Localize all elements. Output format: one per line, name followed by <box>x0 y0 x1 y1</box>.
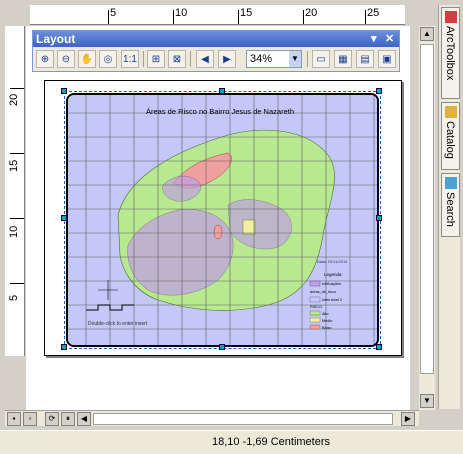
scroll-down-icon[interactable]: ▼ <box>420 394 434 408</box>
scroll-thumb[interactable] <box>93 413 393 425</box>
fixed-zoom-out-icon[interactable]: ⊠ <box>168 50 186 68</box>
toolbar-close-icon[interactable]: ✕ <box>385 32 394 46</box>
ruler-label: 5 <box>8 294 20 301</box>
resize-handle[interactable] <box>61 344 67 350</box>
dock-panel: ArcToolbox Catalog Search <box>438 5 460 409</box>
status-bar: 18,10 -1,69 Centimeters <box>0 430 463 454</box>
layout-toolbar: Layout ▾ ✕ ⊕ ⊖ ✋ ◎ 1:1 ⊞ ⊠ ◀ ▶ 34% ▼ ▭ ▦… <box>32 30 400 72</box>
resize-handle[interactable] <box>376 88 382 94</box>
ruler-label: 20 <box>305 7 318 19</box>
vertical-ruler: 20 15 10 5 <box>5 26 25 356</box>
tab-label: Catalog <box>444 121 456 159</box>
horizontal-ruler: 5 10 15 20 25 <box>30 5 405 25</box>
zoom-out-icon[interactable]: ⊖ <box>57 50 75 68</box>
tab-catalog[interactable]: Catalog <box>441 102 460 170</box>
toolbox-icon <box>445 11 457 23</box>
tab-search[interactable]: Search <box>441 173 460 237</box>
toolbar-titlebar[interactable]: Layout ▾ ✕ <box>33 31 399 47</box>
selection-box[interactable] <box>61 88 382 350</box>
ruler-label: 15 <box>8 159 20 172</box>
resize-handle[interactable] <box>219 88 225 94</box>
resize-handle[interactable] <box>219 344 225 350</box>
tab-label: ArcToolbox <box>444 26 456 81</box>
search-icon <box>445 177 457 189</box>
resize-handle[interactable] <box>61 215 67 221</box>
ruler-label: 20 <box>8 93 20 106</box>
ruler-label: 15 <box>240 7 253 19</box>
scroll-right-icon[interactable]: ▶ <box>401 412 415 426</box>
forward-icon[interactable]: ▶ <box>218 50 236 68</box>
zoom-in-icon[interactable]: ⊕ <box>36 50 54 68</box>
scroll-up-icon[interactable]: ▲ <box>420 27 434 41</box>
ruler-label: 5 <box>110 7 117 19</box>
scroll-thumb[interactable] <box>420 44 434 374</box>
scroll-left-icon[interactable]: ◀ <box>77 412 91 426</box>
toolbar-title: Layout <box>36 32 76 46</box>
actual-size-icon[interactable]: 1:1 <box>121 50 139 68</box>
resize-handle[interactable] <box>61 88 67 94</box>
refresh-icon[interactable]: ⟳ <box>45 412 59 426</box>
data-view-icon[interactable]: ▫ <box>23 412 37 426</box>
resize-handle[interactable] <box>376 344 382 350</box>
fixed-zoom-in-icon[interactable]: ⊞ <box>147 50 165 68</box>
layout-view-icon[interactable]: ▪ <box>7 412 21 426</box>
ruler-label: 10 <box>8 225 20 238</box>
toggle-draft-icon[interactable]: ▭ <box>312 50 330 68</box>
ruler-label: 10 <box>175 7 188 19</box>
chevron-down-icon[interactable]: ▼ <box>289 51 301 67</box>
pause-icon[interactable]: ⏸ <box>61 412 75 426</box>
focus-data-frame-icon[interactable]: ▦ <box>334 50 352 68</box>
back-icon[interactable]: ◀ <box>196 50 214 68</box>
catalog-icon <box>445 106 457 118</box>
data-driven-pages-icon[interactable]: ▣ <box>378 50 396 68</box>
horizontal-scrollbar[interactable]: ▪ ▫ ⟳ ⏸ ◀ ▶ <box>5 410 419 426</box>
pan-icon[interactable]: ✋ <box>78 50 96 68</box>
resize-handle[interactable] <box>376 215 382 221</box>
vertical-scrollbar[interactable]: ▲ ▼ <box>419 26 435 410</box>
change-layout-icon[interactable]: ▤ <box>356 50 374 68</box>
ruler-label: 25 <box>367 7 380 19</box>
toolbar-dropdown-icon[interactable]: ▾ <box>371 32 377 46</box>
full-extent-icon[interactable]: ◎ <box>99 50 117 68</box>
coordinate-readout: 18,10 -1,69 Centimeters <box>212 436 331 448</box>
tab-arctoolbox[interactable]: ArcToolbox <box>441 7 460 99</box>
tab-label: Search <box>444 192 456 227</box>
